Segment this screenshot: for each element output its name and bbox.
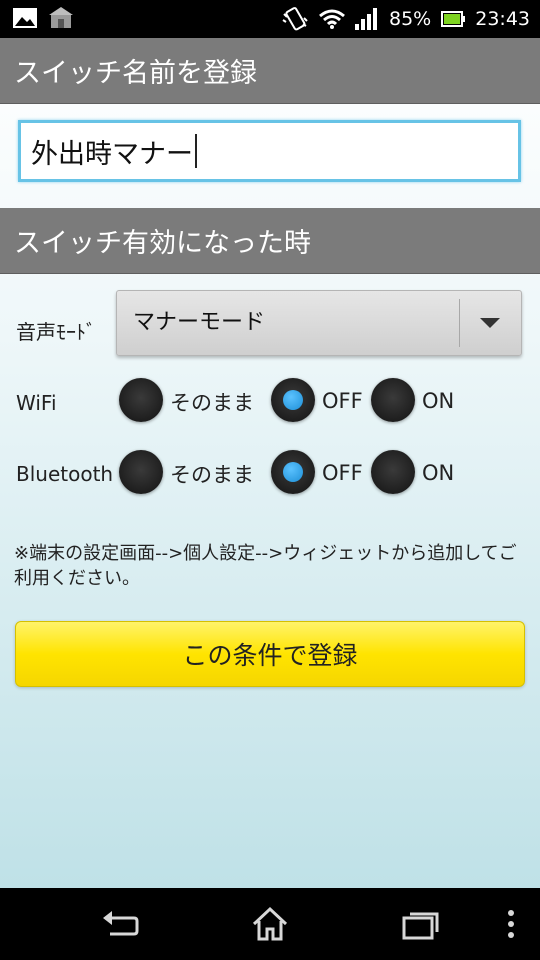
- wifi-radio-off[interactable]: [271, 378, 315, 422]
- section-header-name: スイッチ名前を登録: [0, 38, 540, 104]
- section-title-name: スイッチ名前を登録: [14, 58, 257, 89]
- clock: 23:43: [475, 8, 530, 30]
- register-button[interactable]: この条件で登録: [15, 621, 525, 687]
- battery-percentage: 85%: [389, 8, 432, 30]
- bluetooth-option-off-label: OFF: [322, 461, 363, 485]
- sound-mode-selected: マナーモード: [133, 310, 266, 335]
- status-left-icons: [12, 6, 74, 30]
- dropdown-divider: [459, 299, 460, 347]
- section-title-enabled: スイッチ有効になった時: [14, 228, 311, 259]
- status-right: 85% 23:43: [281, 0, 530, 38]
- bluetooth-radio-off[interactable]: [271, 450, 315, 494]
- bluetooth-option-on-label: ON: [422, 461, 455, 485]
- bluetooth-radio-keep[interactable]: [119, 450, 163, 494]
- bluetooth-radio-on[interactable]: [371, 450, 415, 494]
- section-header-enabled: スイッチ有効になった時: [0, 208, 540, 274]
- bluetooth-option-keep-label: そのまま: [170, 463, 254, 487]
- vibrate-icon: [282, 7, 308, 31]
- status-bar: 85% 23:43: [0, 0, 540, 38]
- wifi-radio-on[interactable]: [371, 378, 415, 422]
- dropdown-arrow-icon: [480, 318, 500, 328]
- back-icon[interactable]: [100, 906, 140, 942]
- signal-icon: [355, 8, 377, 30]
- wifi-option-off-label: OFF: [322, 389, 363, 413]
- text-cursor: [195, 134, 197, 168]
- wifi-label: WiFi: [16, 391, 57, 415]
- register-button-label: この条件で登録: [182, 641, 358, 670]
- store-icon: [49, 7, 73, 28]
- battery-icon: [441, 11, 466, 27]
- recent-apps-icon[interactable]: [400, 906, 440, 942]
- wifi-option-keep-label: そのまま: [170, 391, 254, 415]
- wifi-icon: [319, 9, 345, 29]
- switch-name-input[interactable]: 外出時マナー: [18, 120, 521, 182]
- instruction-note: ※端末の設定画面-->個人設定-->ウィジェットから追加してご利用ください。: [14, 543, 517, 589]
- wifi-option-on-label: ON: [422, 389, 455, 413]
- bluetooth-label: Bluetooth: [16, 462, 114, 486]
- sound-mode-dropdown[interactable]: マナーモード: [116, 290, 522, 356]
- app-content: スイッチ名前を登録 外出時マナー スイッチ有効になった時 音声ﾓｰﾄﾞ マナーモ…: [0, 38, 540, 888]
- sound-mode-label: 音声ﾓｰﾄﾞ: [16, 320, 96, 344]
- image-icon: [13, 8, 37, 28]
- switch-name-value: 外出時マナー: [31, 138, 193, 170]
- home-icon[interactable]: [251, 906, 289, 942]
- menu-icon[interactable]: [505, 906, 517, 942]
- wifi-radio-keep[interactable]: [119, 378, 163, 422]
- navigation-bar: [0, 888, 540, 960]
